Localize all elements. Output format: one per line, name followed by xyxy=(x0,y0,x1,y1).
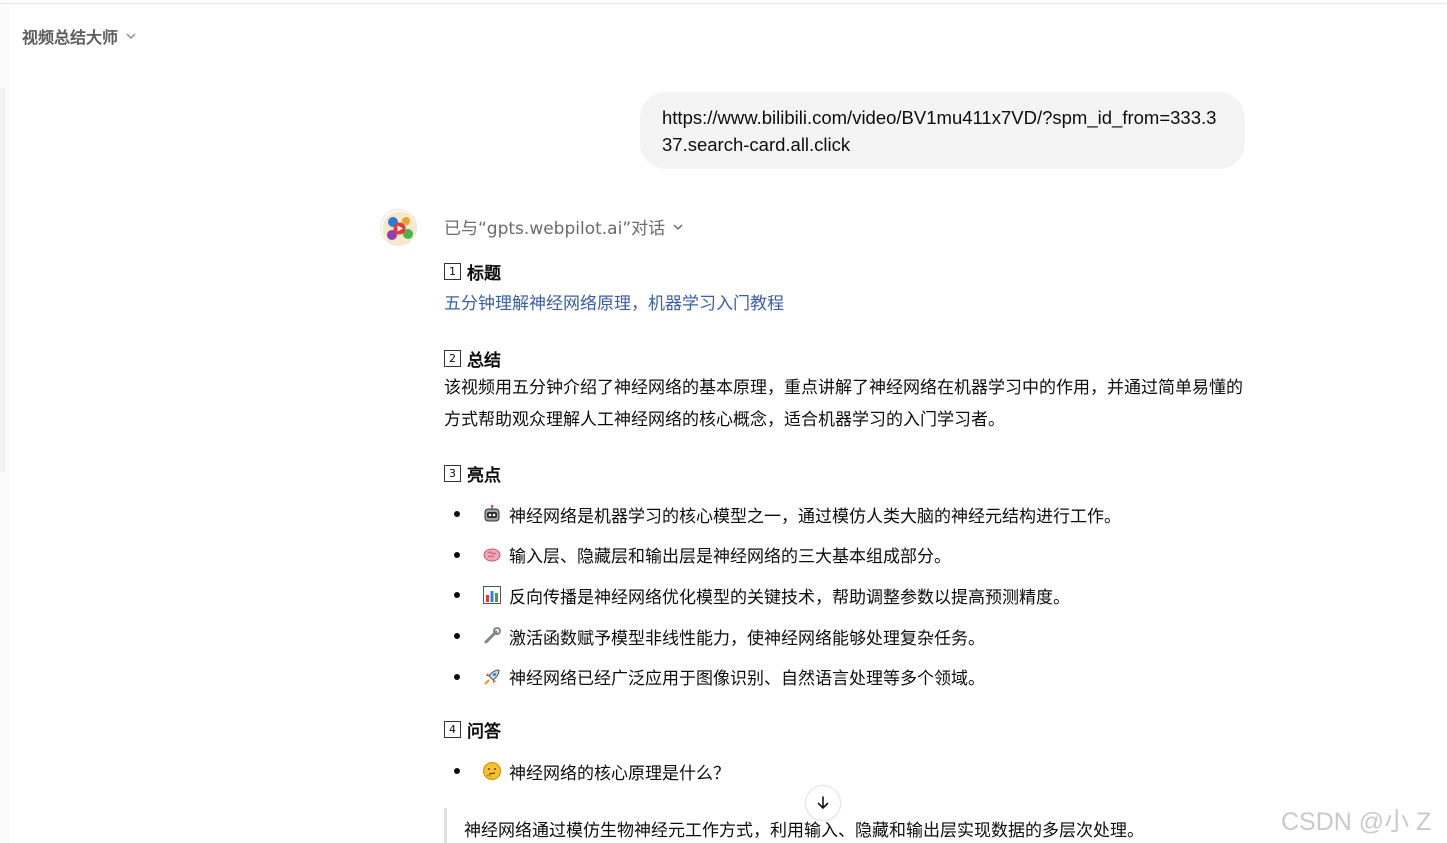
user-message: https://www.bilibili.com/video/BV1mu411x… xyxy=(640,92,1245,169)
list-item-text: 神经网络是机器学习的核心模型之一，通过模仿人类大脑的神经元结构进行工作。 xyxy=(509,506,1121,527)
list-item-text: 神经网络已经广泛应用于图像识别、自然语言处理等多个领域。 xyxy=(509,669,985,690)
list-item-text: 反向传播是神经网络优化模型的关键技术，帮助调整参数以提高预测精度。 xyxy=(509,587,1070,608)
scroll-to-bottom-button[interactable] xyxy=(805,785,841,821)
qa-list: 神经网络的核心原理是什么？ xyxy=(444,751,1244,792)
brain-icon xyxy=(481,544,503,566)
chevron-down-icon xyxy=(673,223,683,230)
section-heading-title: 1 标题 xyxy=(444,258,1244,284)
list-item-text: 输入层、隐藏层和输出层是神经网络的三大基本组成部分。 xyxy=(509,547,951,568)
keycap-number-icon: 2 xyxy=(444,349,461,367)
heading-text: 标题 xyxy=(467,263,501,284)
assistant-message: 1 标题 五分钟理解神经网络原理，机器学习入门教程 2 总结 该视频用五分钟介绍… xyxy=(444,258,1244,792)
heading-text: 亮点 xyxy=(467,465,501,486)
list-item: 激活函数赋予模型非线性能力，使神经网络能够处理复杂任务。 xyxy=(444,616,1244,657)
list-item: 神经网络已经广泛应用于图像识别、自然语言处理等多个领域。 xyxy=(444,656,1244,697)
video-title-link[interactable]: 五分钟理解神经网络原理，机器学习入门教程 xyxy=(444,288,1244,320)
chevron-down-icon xyxy=(126,33,136,39)
list-item: 反向传播是神经网络优化模型的关键技术，帮助调整参数以提高预测精度。 xyxy=(444,575,1244,616)
tool-call-status[interactable]: 已与“gpts.webpilot.ai”对话 xyxy=(444,214,685,239)
app-title: 视频总结大师 xyxy=(22,28,119,47)
arrow-down-icon xyxy=(817,796,829,810)
list-item: 神经网络的核心原理是什么？ xyxy=(444,751,1244,792)
top-border xyxy=(0,0,1447,4)
gpt-avatar xyxy=(380,209,417,246)
list-item-text: 神经网络的核心原理是什么？ xyxy=(509,763,730,784)
heading-text: 总结 xyxy=(467,350,501,371)
keycap-number-icon: 3 xyxy=(444,464,461,482)
thinking-face-icon xyxy=(481,760,503,782)
summary-text: 该视频用五分钟介绍了神经网络的基本原理，重点讲解了神经网络在机器学习中的作用，并… xyxy=(444,378,1243,430)
list-item-text: 激活函数赋予模型非线性能力，使神经网络能够处理复杂任务。 xyxy=(509,628,985,649)
answer-quote: 神经网络通过模仿生物神经元工作方式，利用输入、隐藏和输出层实现数据的多层次处理。 xyxy=(444,808,1244,843)
rocket-icon xyxy=(481,666,503,688)
watermark: CSDN @小 Z xyxy=(1281,808,1432,836)
list-item: 神经网络是机器学习的核心模型之一，通过模仿人类大脑的神经元结构进行工作。 xyxy=(444,494,1244,535)
answer-text: 神经网络通过模仿生物神经元工作方式，利用输入、隐藏和输出层实现数据的多层次处理。 xyxy=(464,821,1144,841)
model-selector[interactable]: 视频总结大师 xyxy=(22,24,138,48)
scrollbar-track[interactable] xyxy=(0,88,5,472)
section-heading-highlights: 3 亮点 xyxy=(444,460,1244,486)
heading-text: 问答 xyxy=(467,722,501,743)
tool-call-label: 已与“gpts.webpilot.ai”对话 xyxy=(444,219,666,239)
bar-chart-icon xyxy=(481,584,503,606)
wrench-icon xyxy=(481,625,503,647)
keycap-number-icon: 1 xyxy=(444,262,461,280)
robot-icon xyxy=(481,503,503,525)
section-heading-qa: 4 问答 xyxy=(444,717,1244,743)
keycap-number-icon: 4 xyxy=(444,721,461,739)
list-item: 输入层、隐藏层和输出层是神经网络的三大基本组成部分。 xyxy=(444,535,1244,576)
section-heading-summary: 2 总结 xyxy=(444,345,1244,371)
highlights-list: 神经网络是机器学习的核心模型之一，通过模仿人类大脑的神经元结构进行工作。 输入层… xyxy=(444,494,1244,697)
